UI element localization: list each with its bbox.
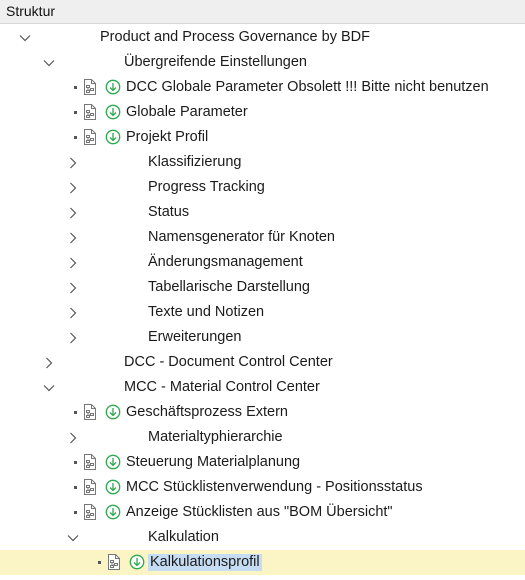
- execute-icon[interactable]: [129, 554, 145, 570]
- document-icon[interactable]: [82, 479, 98, 495]
- tree-item-label: Steuerung Materialplanung: [126, 454, 301, 470]
- chevron-right-icon[interactable]: [66, 250, 80, 275]
- tree-row-status[interactable]: Status: [0, 200, 525, 225]
- chevron-right-icon[interactable]: [66, 150, 80, 175]
- chevron-right-icon[interactable]: [66, 425, 80, 450]
- tree-row-dcc-globale-parameter-obsolett-bitte-nicht-benutzen[interactable]: DCC Globale Parameter Obsolett !!! Bitte…: [0, 75, 525, 100]
- tree-row-product-and-process-governance-by-bdf[interactable]: Product and Process Governance by BDF: [0, 25, 525, 50]
- tree-item-label: Erweiterungen: [148, 329, 242, 345]
- tree-item-label: Klassifizierung: [148, 154, 242, 170]
- tree-row-materialtyphierarchie[interactable]: Materialtyphierarchie: [0, 425, 525, 450]
- document-icon[interactable]: [106, 554, 122, 570]
- structure-header: Struktur: [0, 0, 525, 24]
- tree-item-label: Projekt Profil: [126, 129, 209, 145]
- tree-item-label: Kalkulation: [148, 529, 219, 545]
- tree-row-texte-und-notizen[interactable]: Texte und Notizen: [0, 300, 525, 325]
- execute-icon[interactable]: [105, 504, 121, 520]
- leaf-bullet-icon: [74, 486, 77, 489]
- tree-item-label: Kalkulationsprofil: [148, 554, 262, 571]
- chevron-right-icon[interactable]: [66, 300, 80, 325]
- document-icon[interactable]: [82, 504, 98, 520]
- chevron-down-icon[interactable]: [66, 525, 80, 550]
- document-icon[interactable]: [82, 129, 98, 145]
- tree-item-label: Änderungsmanagement: [148, 254, 303, 270]
- tree-row-kalkulationsprofil[interactable]: Kalkulationsprofil: [0, 550, 525, 575]
- tree-item-label: Product and Process Governance by BDF: [100, 29, 370, 45]
- tree-row-dcc-document-control-center[interactable]: DCC - Document Control Center: [0, 350, 525, 375]
- tree-item-label: Progress Tracking: [148, 179, 265, 195]
- tree-row-tabellarische-darstellung[interactable]: Tabellarische Darstellung: [0, 275, 525, 300]
- tree-item-label: Texte und Notizen: [148, 304, 265, 320]
- execute-icon[interactable]: [105, 79, 121, 95]
- leaf-bullet-icon: [74, 511, 77, 514]
- chevron-down-icon[interactable]: [42, 50, 56, 75]
- execute-icon[interactable]: [105, 404, 121, 420]
- execute-icon[interactable]: [105, 129, 121, 145]
- tree-row-kalkulation[interactable]: Kalkulation: [0, 525, 525, 550]
- structure-title: Struktur: [6, 3, 56, 19]
- chevron-down-icon[interactable]: [18, 25, 32, 50]
- tree-item-label: MCC - Material Control Center: [124, 379, 320, 395]
- execute-icon[interactable]: [105, 454, 121, 470]
- chevron-right-icon[interactable]: [66, 225, 80, 250]
- document-icon[interactable]: [82, 454, 98, 470]
- tree-row-projekt-profil[interactable]: Projekt Profil: [0, 125, 525, 150]
- tree-row-geschaftsprozess-extern[interactable]: Geschäftsprozess Extern: [0, 400, 525, 425]
- execute-icon[interactable]: [105, 104, 121, 120]
- leaf-bullet-icon: [74, 136, 77, 139]
- tree-item-label: Globale Parameter: [126, 104, 248, 120]
- tree-row-namensgenerator-fur-knoten[interactable]: Namensgenerator für Knoten: [0, 225, 525, 250]
- tree-row-anderungsmanagement[interactable]: Änderungsmanagement: [0, 250, 525, 275]
- leaf-bullet-icon: [74, 461, 77, 464]
- tree-row-mcc-material-control-center[interactable]: MCC - Material Control Center: [0, 375, 525, 400]
- tree-item-label: Namensgenerator für Knoten: [148, 229, 335, 245]
- leaf-bullet-icon: [74, 111, 77, 114]
- chevron-right-icon[interactable]: [66, 325, 80, 350]
- tree-item-label: Übergreifende Einstellungen: [124, 54, 307, 70]
- tree-row-steuerung-materialplanung[interactable]: Steuerung Materialplanung: [0, 450, 525, 475]
- tree-item-label: Anzeige Stücklisten aus "BOM Übersicht": [126, 504, 393, 520]
- tree-row-ubergreifende-einstellungen[interactable]: Übergreifende Einstellungen: [0, 50, 525, 75]
- tree-row-progress-tracking[interactable]: Progress Tracking: [0, 175, 525, 200]
- tree-item-label: DCC Globale Parameter Obsolett !!! Bitte…: [126, 79, 489, 95]
- tree-row-mcc-stucklistenverwendung-positionsstatus[interactable]: MCC Stücklistenverwendung - Positionssta…: [0, 475, 525, 500]
- tree-item-label: Materialtyphierarchie: [148, 429, 283, 445]
- tree-item-label: Geschäftsprozess Extern: [126, 404, 288, 420]
- leaf-bullet-icon: [74, 411, 77, 414]
- chevron-right-icon[interactable]: [66, 175, 80, 200]
- tree-row-erweiterungen[interactable]: Erweiterungen: [0, 325, 525, 350]
- document-icon[interactable]: [82, 404, 98, 420]
- tree-item-label: Tabellarische Darstellung: [148, 279, 310, 295]
- tree-item-label: MCC Stücklistenverwendung - Positionssta…: [126, 479, 423, 495]
- tree-row-klassifizierung[interactable]: Klassifizierung: [0, 150, 525, 175]
- leaf-bullet-icon: [74, 86, 77, 89]
- tree-item-label: DCC - Document Control Center: [124, 354, 333, 370]
- tree-row-anzeige-stucklisten-aus-bom-ubersicht[interactable]: Anzeige Stücklisten aus "BOM Übersicht": [0, 500, 525, 525]
- tree-item-label: Status: [148, 204, 190, 220]
- chevron-right-icon[interactable]: [66, 200, 80, 225]
- tree-row-globale-parameter[interactable]: Globale Parameter: [0, 100, 525, 125]
- chevron-right-icon[interactable]: [66, 275, 80, 300]
- document-icon[interactable]: [82, 104, 98, 120]
- document-icon[interactable]: [82, 79, 98, 95]
- chevron-right-icon[interactable]: [42, 350, 56, 375]
- leaf-bullet-icon: [98, 561, 101, 564]
- execute-icon[interactable]: [105, 479, 121, 495]
- chevron-down-icon[interactable]: [42, 375, 56, 400]
